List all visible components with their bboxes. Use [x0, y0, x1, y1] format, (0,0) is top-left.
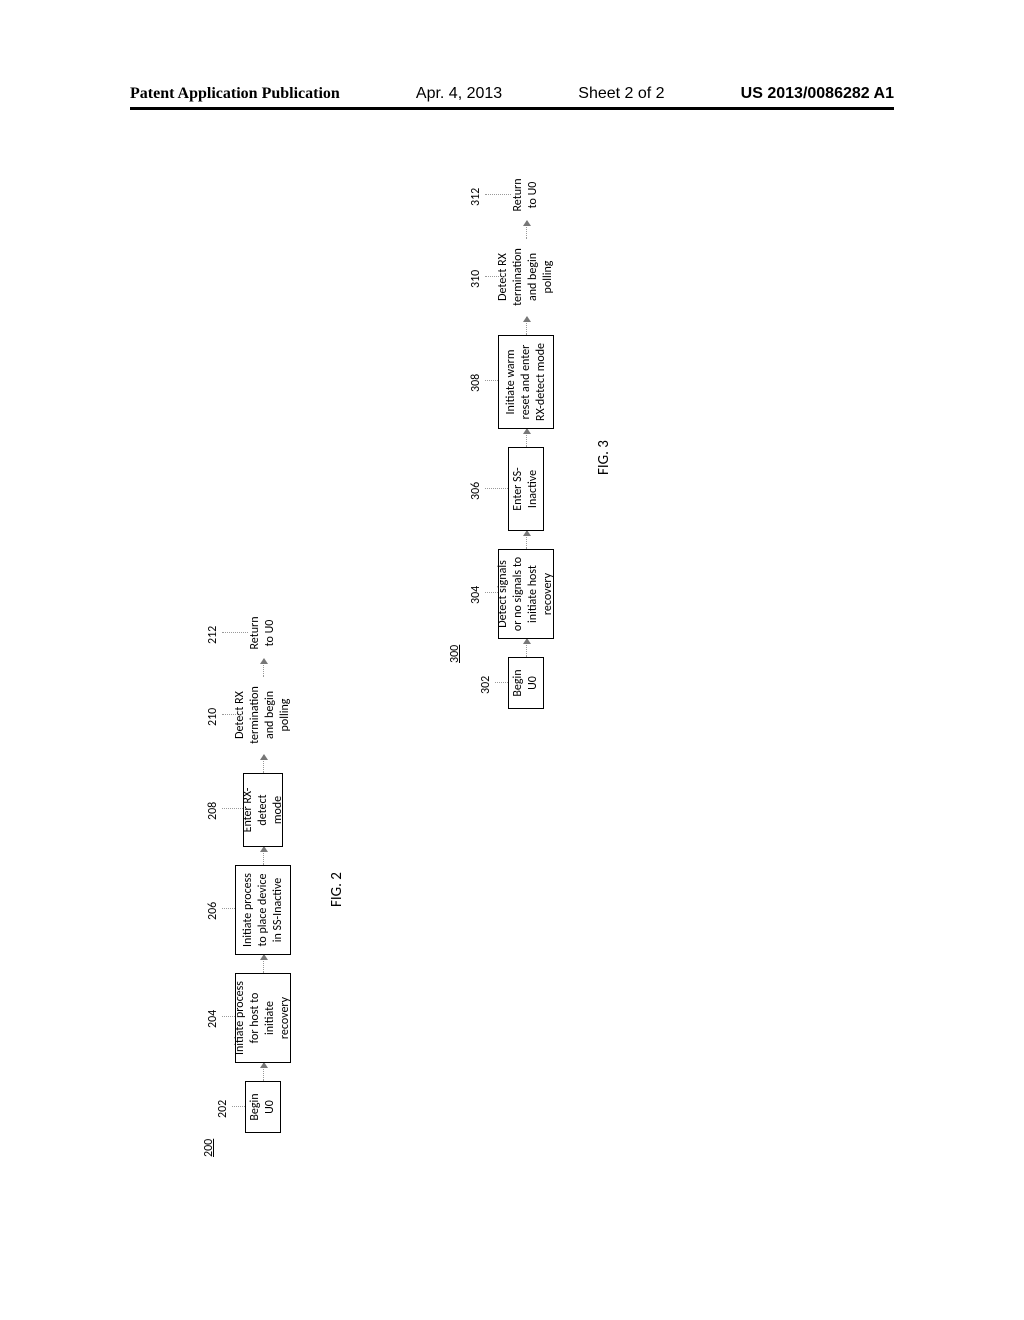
header-center-sheet: Sheet 2 of 2: [578, 85, 664, 103]
fig2-step-208: Enter RX-detect mode: [243, 773, 283, 847]
fig2-leader-210: [222, 713, 242, 715]
fig2-ref-206: 206: [206, 902, 220, 920]
fig3-step-310: Detect RX termination and begin polling: [498, 237, 554, 317]
fig3-caption: FIG. 3: [595, 440, 613, 475]
fig3-step-306-text: Enter SS-Inactive: [511, 454, 541, 524]
fig3-leader-310: [485, 275, 505, 277]
fig2-ref-212: 212: [206, 626, 220, 644]
fig3-step-312: Return to U0: [506, 169, 546, 221]
fig3-leader-304: [485, 591, 498, 593]
fig3-arrow-1: [526, 639, 527, 657]
fig3-step-304-text: Detect signals or no signals to initiate…: [496, 556, 556, 632]
fig2-ref-208: 208: [206, 802, 220, 820]
fig2-leader-204: [222, 1015, 235, 1017]
fig3-ref-302: 302: [479, 676, 493, 694]
fig3-step-302-text: Begin U0: [511, 664, 541, 702]
header-rule: [130, 107, 894, 110]
fig2-step-202-text: Begin U0: [248, 1088, 278, 1126]
fig2-leader-212: [222, 631, 248, 633]
fig2-ref-210: 210: [206, 708, 220, 726]
fig2-step-202: Begin U0: [245, 1081, 281, 1133]
fig2-step-212: Return to U0: [243, 607, 283, 659]
fig3-ref-312: 312: [469, 188, 483, 206]
fig2-step-206-text: Initiate process to place device in SS-I…: [241, 872, 286, 948]
header-left-text: Patent Application Publication: [130, 85, 340, 103]
fig2-arrow-5: [263, 659, 264, 677]
fig3-arrow-2: [526, 531, 527, 549]
fig3-step-306: Enter SS-Inactive: [508, 447, 544, 531]
fig3-ref-306: 306: [469, 482, 483, 500]
fig3-leader-308: [485, 379, 498, 381]
fig3-leader-302: [495, 681, 508, 683]
fig2-ref-204: 204: [206, 1010, 220, 1028]
fig3-ref-304: 304: [469, 586, 483, 604]
fig2-step-204-text: Initiate process for host to initiate re…: [233, 980, 293, 1056]
fig3-step-312-text: Return to U0: [511, 175, 541, 215]
fig2-step-210-text: Detect RX termination and begin polling: [233, 681, 293, 749]
fig3-leader-306: [485, 487, 508, 489]
fig2-arrow-1: [263, 1063, 264, 1081]
header-center-date: Apr. 4, 2013: [416, 85, 502, 103]
fig3-step-304: Detect signals or no signals to initiate…: [498, 549, 554, 639]
fig2-leader-208: [222, 807, 243, 809]
fig2-step-212-text: Return to U0: [248, 613, 278, 653]
fig3-ref-308: 308: [469, 374, 483, 392]
fig3-step-310-text: Detect RX termination and begin polling: [496, 243, 556, 311]
fig2-step-208-text: Enter RX-detect mode: [241, 780, 286, 840]
fig3-arrow-5: [526, 221, 527, 239]
fig3-leader-312: [485, 193, 511, 195]
fig2-step-206: Initiate process to place device in SS-I…: [235, 865, 291, 955]
page-header: Patent Application Publication Apr. 4, 2…: [0, 85, 1024, 103]
figure-3: 300 Begin U0 302 Detect signals or no si…: [463, 233, 773, 743]
fig3-step-308-text: Initiate warm reset and enter RX-detect …: [504, 342, 549, 422]
fig3-step-308: Initiate warm reset and enter RX-detect …: [498, 335, 554, 429]
fig2-arrow-3: [263, 847, 264, 865]
fig3-ref-310: 310: [469, 270, 483, 288]
fig3-arrow-3: [526, 429, 527, 447]
fig2-leader-202: [232, 1105, 245, 1107]
fig2-caption: FIG. 2: [328, 872, 346, 907]
fig2-step-210: Detect RX termination and begin polling: [235, 675, 291, 755]
fig3-arrow-4: [526, 317, 527, 335]
fig2-ref-202: 202: [216, 1100, 230, 1118]
fig2-arrow-2: [263, 955, 264, 973]
fig3-step-302: Begin U0: [508, 657, 544, 709]
fig2-leader-206: [222, 907, 235, 909]
header-right-text: US 2013/0086282 A1: [741, 85, 894, 103]
fig2-step-204: Initiate process for host to initiate re…: [235, 973, 291, 1063]
fig2-number: 200: [202, 1139, 216, 1157]
fig3-number: 300: [448, 645, 462, 663]
fig2-arrow-4: [263, 755, 264, 773]
